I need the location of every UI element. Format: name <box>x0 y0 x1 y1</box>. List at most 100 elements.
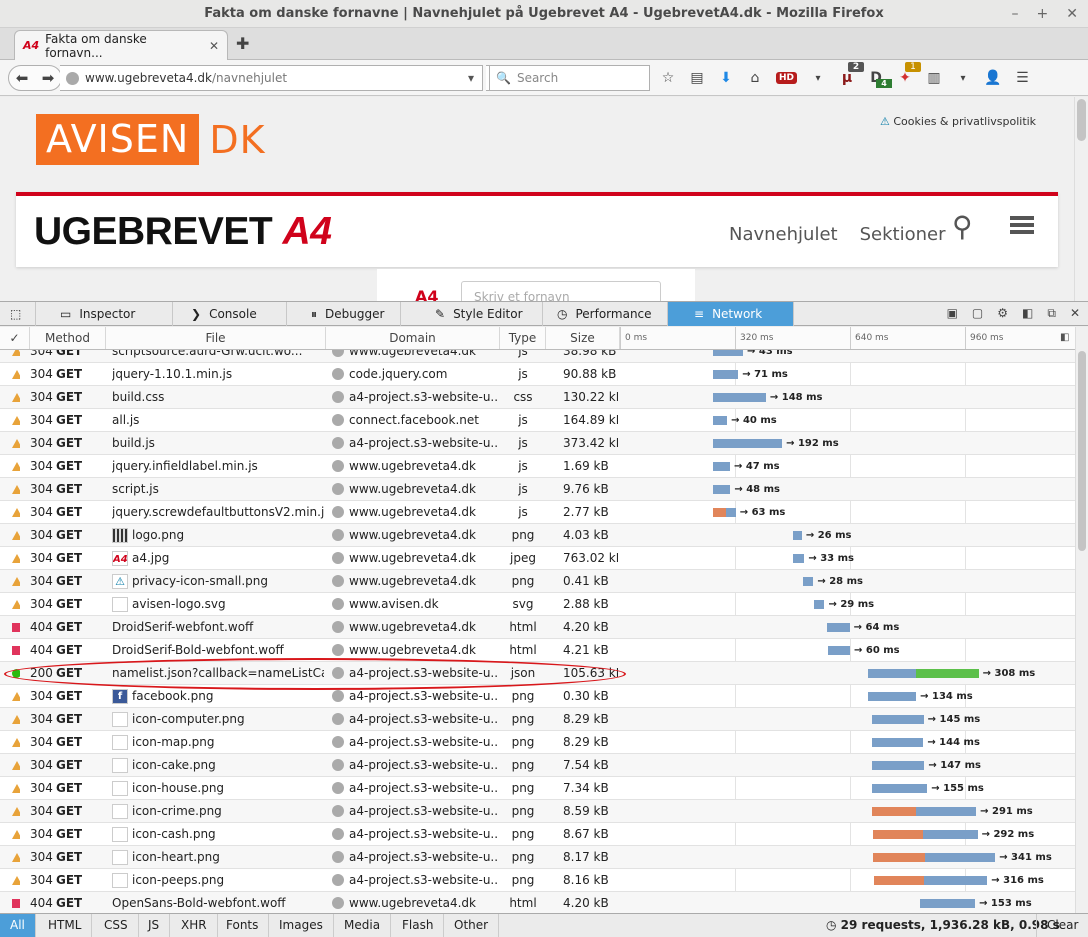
site-menu-icon[interactable] <box>1010 216 1034 234</box>
download-icon[interactable]: ⬇ <box>718 70 734 86</box>
filter-images[interactable]: Images <box>269 914 334 937</box>
filter-html[interactable]: HTML <box>38 914 93 937</box>
status-indicator <box>12 662 20 685</box>
close-devtools-icon[interactable]: ✕ <box>1070 306 1080 321</box>
tab-performance[interactable]: ◷ Performance <box>543 302 668 326</box>
filter-all[interactable]: All <box>0 914 36 937</box>
col-status-check[interactable]: ✓ <box>0 327 30 349</box>
site-search-icon[interactable]: ⚲ <box>952 210 973 243</box>
tab-style-editor[interactable]: ✎ Style Editor <box>401 302 543 326</box>
request-row[interactable]: 304 GET ⚠ privacy-icon-small.png www.ugebrev… <box>0 570 1075 593</box>
tab-debugger[interactable]: ⏸ Debugger <box>287 302 401 326</box>
reading-list-icon[interactable]: ▤ <box>689 70 705 86</box>
home-icon[interactable]: ⌂ <box>747 70 763 86</box>
request-type: html <box>509 620 537 634</box>
request-row[interactable]: 304 GET icon-heart.png a4-project.s3-websit… <box>0 846 1075 869</box>
back-icon[interactable]: ⬅ <box>16 69 29 87</box>
col-size[interactable]: Size <box>546 327 620 349</box>
settings-gear-icon[interactable]: ⚙ <box>997 306 1008 321</box>
filter-js[interactable]: JS <box>138 914 171 937</box>
request-row[interactable]: 304 GET logo.png www.ugebreveta4.dk png 4.03 … <box>0 524 1075 547</box>
ublock-badge: 2 <box>848 62 865 72</box>
request-row[interactable]: 404 GET DroidSerif-webfont.woff www.ugebrev… <box>0 616 1075 639</box>
request-row[interactable]: 304 GET avisen-logo.svg www.avisen.dk svg 2.8… <box>0 593 1075 616</box>
page-scrollbar-thumb[interactable] <box>1077 99 1086 141</box>
request-row[interactable]: 304 GET script.js www.ugebreveta4.dk js 9.76 … <box>0 478 1075 501</box>
clear-button[interactable]: Clear <box>1036 914 1088 937</box>
request-row[interactable]: 304 GET A4 a4.jpg www.ugebreveta4.dk jpeg 763.… <box>0 547 1075 570</box>
request-list-scrollbar-thumb[interactable] <box>1078 351 1086 551</box>
request-row[interactable]: 304 GET jquery.screwdefaultbuttonsV2.min.j… <box>0 501 1075 524</box>
col-domain[interactable]: Domain <box>326 327 500 349</box>
maximize-icon[interactable]: + <box>1037 0 1049 28</box>
collapse-sidebar-icon[interactable]: ◧ <box>1060 332 1069 343</box>
request-row[interactable]: 304 GET icon-cash.png a4-project.s3-website… <box>0 823 1075 846</box>
firefox-window: Fakta om danske fornavne | Navnehjulet p… <box>0 0 1088 937</box>
extension-d-icon[interactable]: D4 <box>868 70 893 88</box>
dropdown-icon[interactable]: ▾ <box>810 73 826 84</box>
request-list-scrollbar[interactable] <box>1075 327 1088 913</box>
bookmark-star-icon[interactable]: ☆ <box>660 70 676 86</box>
cookies-link[interactable]: ⚠ Cookies & privatlivspolitik <box>880 115 1036 128</box>
split-console-icon[interactable]: ▣ <box>947 306 958 321</box>
user-icon[interactable]: 👤 <box>984 70 1001 86</box>
avisen-logo[interactable]: AVISEN DK <box>36 114 266 165</box>
page-scrollbar[interactable] <box>1074 97 1088 301</box>
filter-css[interactable]: CSS <box>94 914 139 937</box>
request-row[interactable]: 304 GET icon-house.png a4-project.s3-websit… <box>0 777 1075 800</box>
filter-other[interactable]: Other <box>444 914 500 937</box>
request-row[interactable]: 404 GET DroidSerif-Bold-webfont.woff www.ug… <box>0 639 1075 662</box>
col-file[interactable]: File <box>106 327 326 349</box>
request-row[interactable]: 404 GET OpenSans-Bold-webfont.woff www.ugeb… <box>0 892 1075 913</box>
close-window-icon[interactable]: ✕ <box>1066 0 1078 28</box>
tab-inspector-label: Inspector <box>79 307 136 321</box>
request-row[interactable]: 200 GET namelist.json?callback=nameListCal… <box>0 662 1075 685</box>
tab-console[interactable]: ❯ Console <box>173 302 287 326</box>
tab-inspector[interactable]: ▭ Inspector <box>36 302 173 326</box>
filter-xhr[interactable]: XHR <box>171 914 218 937</box>
search-bar[interactable]: 🔍 Search <box>489 65 650 91</box>
filter-fonts[interactable]: Fonts <box>216 914 270 937</box>
ublock-icon[interactable]: μ2 <box>839 62 865 86</box>
menu-dropdown-icon[interactable]: ▾ <box>955 73 971 84</box>
ugebrevet-logo[interactable]: UGEBREVET A4 <box>34 210 332 254</box>
filter-flash[interactable]: Flash <box>392 914 445 937</box>
name-input[interactable]: Skriv et fornavn <box>461 281 661 301</box>
undock-icon[interactable]: ⧉ <box>1047 306 1056 321</box>
minimize-icon[interactable]: – <box>1012 0 1019 28</box>
col-method[interactable]: Method <box>30 327 106 349</box>
extension-puzzle-icon[interactable]: ✦ 1 <box>897 62 922 86</box>
request-row[interactable]: 304 GET icon-cake.png a4-project.s3-website… <box>0 754 1075 777</box>
request-row[interactable]: 304 GET jquery.infieldlabel.min.js www.ugeb… <box>0 455 1075 478</box>
forward-icon[interactable]: ➡ <box>42 69 55 87</box>
dock-side-icon[interactable]: ◧ <box>1022 306 1033 321</box>
url-bar[interactable]: www.ugebreveta4.dk/navnehjulet ▾ <box>60 65 483 91</box>
request-row[interactable]: 304 GET build.js a4-project.s3-website-u...… <box>0 432 1075 455</box>
tab-network[interactable]: ≡ Network <box>668 302 794 326</box>
url-dropdown-icon[interactable]: ▾ <box>468 71 474 85</box>
filter-media[interactable]: Media <box>334 914 392 937</box>
nav-navnehjulet[interactable]: Navnehjulet <box>729 224 838 245</box>
nav-sektioner[interactable]: Sektioner <box>860 224 946 245</box>
request-row[interactable]: 304 GET icon-computer.png a4-project.s3-web… <box>0 708 1075 731</box>
element-picker-icon[interactable]: ⬚ <box>0 302 36 326</box>
hamburger-menu-icon[interactable]: ☰ <box>1014 70 1030 86</box>
tab-debugger-label: Debugger <box>325 307 385 321</box>
hd-extension-icon[interactable]: HD <box>776 72 798 84</box>
request-row[interactable]: 304 GET jquery-1.10.1.min.js code.jquery.co… <box>0 363 1075 386</box>
col-type[interactable]: Type <box>500 327 546 349</box>
request-method: GET <box>56 574 83 588</box>
request-row[interactable]: 304 GET icon-peeps.png a4-project.s3-websit… <box>0 869 1075 892</box>
request-row[interactable]: 304 GET icon-crime.png a4-project.s3-websit… <box>0 800 1075 823</box>
request-row[interactable]: 304 GET build.css a4-project.s3-website-u..… <box>0 386 1075 409</box>
responsive-mode-icon[interactable]: ▢ <box>972 306 983 321</box>
clipboard-icon[interactable]: ▥ <box>926 70 942 86</box>
request-row[interactable]: 304 GET f facebook.png a4-project.s3-website… <box>0 685 1075 708</box>
request-type: png <box>511 804 535 818</box>
request-row[interactable]: 304 GET icon-map.png a4-project.s3-website-… <box>0 731 1075 754</box>
new-tab-icon[interactable]: ✚ <box>236 34 249 53</box>
request-row[interactable]: 304 GET scriptsource.aurd-Grw.ucit.wo... ww… <box>0 350 1075 363</box>
browser-tab[interactable]: A4 Fakta om danske fornavn... ✕ <box>14 30 228 60</box>
tab-close-icon[interactable]: ✕ <box>209 39 219 53</box>
request-row[interactable]: 304 GET all.js connect.facebook.net js 164.89… <box>0 409 1075 432</box>
